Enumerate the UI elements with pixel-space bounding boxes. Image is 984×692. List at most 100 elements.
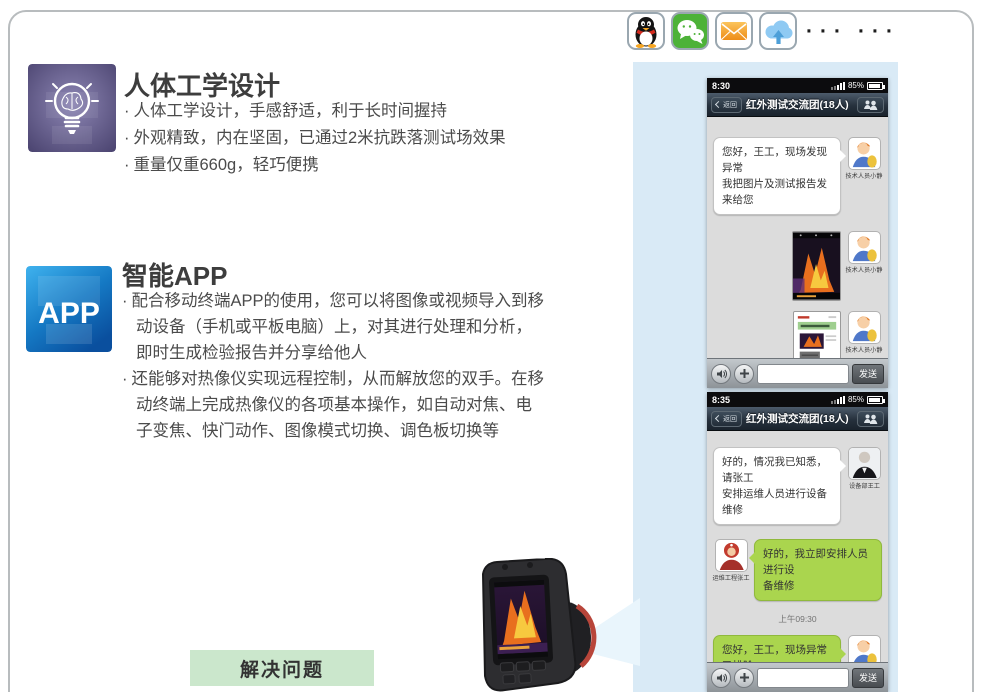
- solve-problem-label[interactable]: 解决问题: [190, 650, 374, 686]
- back-button[interactable]: 返回: [711, 97, 742, 113]
- message-line: 安排运维人员进行设备维修: [722, 486, 832, 518]
- chat-title: 红外测试交流团(18人): [746, 97, 853, 112]
- solve-problem-text: 解决问题: [240, 655, 324, 682]
- message-bubble: 好的，情况我已知悉，请张工 安排运维人员进行设备维修: [713, 447, 841, 525]
- lightbulb-brain-icon: [28, 64, 116, 152]
- avatar-wrap: 技术人员小静: [846, 635, 882, 662]
- message-input[interactable]: [757, 668, 849, 688]
- back-label: 返回: [723, 100, 737, 110]
- message-bubble: 您好，王工，现场异常已排除 设备运行情况良好: [713, 635, 841, 662]
- message-input[interactable]: [757, 364, 849, 384]
- back-label: 返回: [723, 414, 737, 424]
- avatar-wrap: 技术人员小静: [846, 231, 882, 275]
- sender-name: 技术人员小静: [846, 346, 883, 355]
- wechat-icon[interactable]: [671, 12, 709, 50]
- cloud-arrow-glyph: [761, 15, 795, 47]
- avatar-wrap: 设备部王工: [846, 447, 882, 491]
- message-line: 好的，我立即安排人员进行设: [763, 546, 873, 578]
- chat-nav-bar: 返回 红外测试交流团(18人): [707, 93, 888, 117]
- status-bar: 8:30 85%: [707, 78, 888, 93]
- message-row: 您好，王工，现场异常已排除 设备运行情况良好 技术人员小静: [713, 635, 882, 662]
- battery-percent: 85%: [848, 395, 864, 404]
- app-icon-text: APP: [38, 297, 100, 330]
- plus-icon: [739, 368, 750, 379]
- send-button[interactable]: 发送: [852, 364, 884, 384]
- signal-icon: [831, 396, 845, 404]
- sender-name: 设备部王工: [849, 482, 880, 491]
- sender-name: 技术人员小静: [846, 266, 883, 275]
- battery-icon: [867, 396, 883, 404]
- email-icon[interactable]: [715, 12, 753, 50]
- chat-input-bar: 发送: [707, 662, 888, 692]
- bullet-item: 外观精致，内在坚固，已通过2米抗跌落测试场效果: [124, 125, 564, 152]
- message-bubble: 您好，王工，现场发现异常 我把图片及测试报告发来给您: [713, 137, 841, 215]
- sender-name: 运维工程张工: [713, 574, 750, 583]
- wechat-screenshot-2: 8:35 85% 返回 红外测试交流团(18人) 好的，情况我已知悉，请张工 安…: [707, 392, 888, 692]
- avatar-maintenance[interactable]: [715, 539, 748, 572]
- more-dots[interactable]: ···: [806, 20, 848, 44]
- avatar-technician[interactable]: [848, 231, 881, 264]
- ergonomic-bullet-list: 人体工学设计，手感舒适，利于长时间握持 外观精致，内在坚固，已通过2米抗跌落测试…: [124, 98, 564, 179]
- chat-nav-bar: 返回 红外测试交流团(18人): [707, 407, 888, 431]
- group-chat-icon: [863, 100, 878, 110]
- status-bar: 8:35 85%: [707, 392, 888, 407]
- back-chevron-icon: [715, 415, 722, 422]
- chat-area: 您好，王工，现场发现异常 我把图片及测试报告发来给您 技术人员小静: [707, 117, 888, 358]
- thermal-photo-message[interactable]: [792, 231, 841, 301]
- add-button[interactable]: [734, 668, 754, 688]
- app-bullet-list: 配合移动终端APP的使用，您可以将图像或视频导入到移动设备（手机或平板电脑）上，…: [122, 288, 546, 444]
- message-bubble: 好的，我立即安排人员进行设 备维修: [754, 539, 882, 601]
- bullet-item: 配合移动终端APP的使用，您可以将图像或视频导入到移动设备（手机或平板电脑）上，…: [122, 288, 546, 366]
- cloud-upload-icon[interactable]: [759, 12, 797, 50]
- message-line: 备维修: [763, 578, 873, 594]
- avatar-technician[interactable]: [848, 311, 881, 344]
- message-row: 好的，情况我已知悉，请张工 安排运维人员进行设备维修 设备部王工: [713, 447, 882, 525]
- avatar-manager[interactable]: [848, 447, 881, 480]
- avatar-technician[interactable]: [848, 137, 881, 170]
- message-row: 您好，王工，现场发现异常 我把图片及测试报告发来给您 技术人员小静: [713, 137, 882, 215]
- message-row: 技术人员小静: [713, 231, 882, 301]
- avatar-wrap: 技术人员小静: [846, 311, 882, 355]
- message-row: 运维工程张工 好的，我立即安排人员进行设 备维修: [713, 539, 882, 601]
- wechat-bubbles-glyph: [674, 16, 706, 46]
- clock: 8:30: [712, 81, 730, 91]
- avatar-wrap: 运维工程张工: [713, 539, 749, 583]
- battery-percent: 85%: [848, 81, 864, 90]
- group-chat-icon: [863, 414, 878, 424]
- sender-name: 技术人员小静: [846, 172, 883, 181]
- wechat-screenshot-1: 8:30 85% 返回 红外测试交流团(18人) 您好，王工，现场发现异常 我把…: [707, 78, 888, 388]
- bullet-item: 还能够对热像仪实现远程控制，从而解放您的双手。在移动终端上完成热像仪的各项基本操…: [122, 366, 546, 444]
- bullet-item: 人体工学设计，手感舒适，利于长时间握持: [124, 98, 564, 125]
- chat-input-bar: 发送: [707, 358, 888, 388]
- clock: 8:35: [712, 395, 730, 405]
- battery-icon: [867, 82, 883, 90]
- back-button[interactable]: 返回: [711, 411, 742, 427]
- voice-icon: [715, 368, 727, 380]
- back-chevron-icon: [715, 101, 722, 108]
- message-line: 您好，王工，现场异常已排除: [722, 642, 832, 662]
- message-line: 您好，王工，现场发现异常: [722, 144, 832, 176]
- message-line: 好的，情况我已知悉，请张工: [722, 454, 832, 486]
- bullet-item: 重量仅重660g，轻巧便携: [124, 152, 564, 179]
- signal-icon: [831, 82, 845, 90]
- add-button[interactable]: [734, 364, 754, 384]
- voice-icon: [715, 672, 727, 684]
- test-report-message[interactable]: [793, 311, 841, 358]
- avatar-technician[interactable]: [848, 635, 881, 662]
- qq-icon[interactable]: [627, 12, 665, 50]
- chat-area: 好的，情况我已知悉，请张工 安排运维人员进行设备维修 设备部王工: [707, 431, 888, 662]
- message-row: 技术人员小静: [713, 311, 882, 358]
- message-line: 我把图片及测试报告发来给您: [722, 176, 832, 208]
- chat-timestamp: 上午09:30: [713, 613, 882, 625]
- group-members-button[interactable]: [857, 97, 884, 113]
- chat-title: 红外测试交流团(18人): [746, 411, 853, 426]
- qq-penguin-glyph: [631, 15, 661, 48]
- voice-button[interactable]: [711, 364, 731, 384]
- more-dots-2[interactable]: ···: [858, 20, 900, 44]
- plus-icon: [739, 672, 750, 683]
- voice-button[interactable]: [711, 668, 731, 688]
- send-button[interactable]: 发送: [852, 668, 884, 688]
- group-members-button[interactable]: [857, 411, 884, 427]
- app-icon: APP: [26, 266, 112, 352]
- avatar-wrap: 技术人员小静: [846, 137, 882, 181]
